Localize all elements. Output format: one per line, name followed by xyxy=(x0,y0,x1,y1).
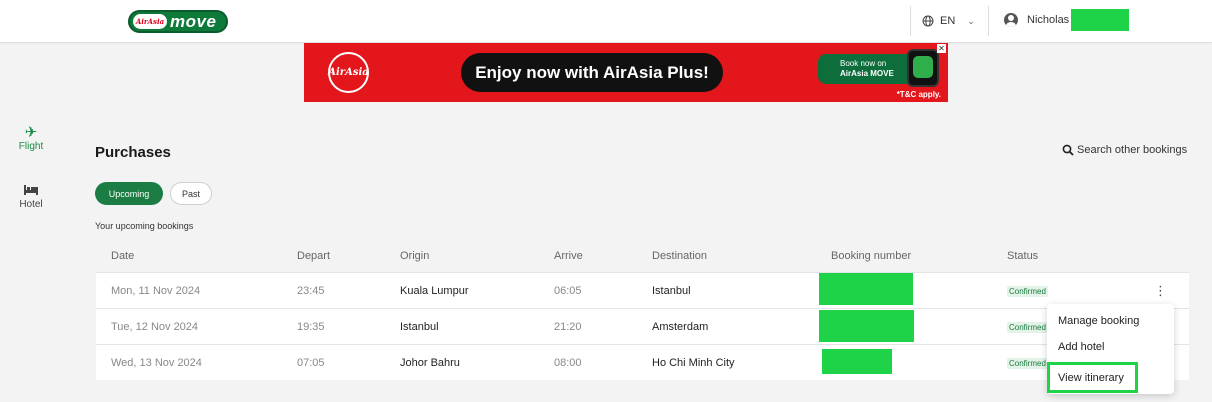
tab-past[interactable]: Past xyxy=(170,182,212,205)
plane-icon: ✈ xyxy=(24,124,38,141)
table-row[interactable]: Mon, 11 Nov 2024 23:45 Kuala Lumpur 06:0… xyxy=(96,273,1189,309)
banner-headline: Enjoy now with AirAsia Plus! xyxy=(461,53,723,92)
menu-item-view-itinerary[interactable]: View itinerary xyxy=(1047,362,1138,393)
tab-upcoming[interactable]: Upcoming xyxy=(95,182,163,205)
cell-origin: Johor Bahru xyxy=(400,357,460,369)
cell-depart: 07:05 xyxy=(297,357,325,369)
bookings-table: Date Depart Origin Arrive Destination Bo… xyxy=(96,243,1189,380)
redacted-booking-number xyxy=(819,273,913,305)
avatar-icon xyxy=(1004,13,1018,27)
cell-depart: 19:35 xyxy=(297,321,325,333)
airasia-move-logo[interactable]: AirAsia move xyxy=(128,10,228,33)
search-icon xyxy=(1062,144,1074,156)
table-row[interactable]: Tue, 12 Nov 2024 19:35 Istanbul 21:20 Am… xyxy=(96,309,1189,345)
cell-destination: Ho Chi Minh City xyxy=(652,357,735,369)
status-badge: Confirmed xyxy=(1007,286,1048,297)
nav-flight[interactable]: ✈ Flight xyxy=(12,124,50,153)
cell-depart: 23:45 xyxy=(297,285,325,297)
logo-word: move xyxy=(170,11,217,31)
column-header-status: Status xyxy=(1007,250,1039,262)
cell-origin: Istanbul xyxy=(400,321,439,333)
cell-arrive: 06:05 xyxy=(554,285,582,297)
column-header-depart: Depart xyxy=(297,250,331,262)
bed-icon xyxy=(24,185,38,195)
cell-arrive: 08:00 xyxy=(554,357,582,369)
language-selector[interactable]: EN ⌄ xyxy=(922,13,975,29)
cell-date: Wed, 13 Nov 2024 xyxy=(111,357,202,369)
top-header: AirAsia move EN ⌄ Nicholas xyxy=(0,0,1212,43)
redacted-booking-number xyxy=(819,310,914,342)
status-badge: Confirmed xyxy=(1007,322,1048,333)
logo-badge: AirAsia xyxy=(133,14,167,29)
cell-destination: Istanbul xyxy=(652,285,691,297)
column-header-booking-number: Booking number xyxy=(831,250,912,262)
search-other-label: Search other bookings xyxy=(1077,144,1188,156)
language-label: EN xyxy=(940,15,956,27)
page-title: Purchases xyxy=(95,144,171,161)
cell-destination: Amsterdam xyxy=(652,321,709,333)
menu-item-add-hotel[interactable]: Add hotel xyxy=(1058,341,1104,353)
cell-date: Mon, 11 Nov 2024 xyxy=(111,285,201,297)
cell-arrive: 21:20 xyxy=(554,321,582,333)
nav-flight-label: Flight xyxy=(18,141,44,152)
user-name: Nicholas xyxy=(1027,14,1070,26)
column-header-destination: Destination xyxy=(652,250,708,262)
promo-banner[interactable]: AirAsia Enjoy now with AirAsia Plus! Boo… xyxy=(304,43,948,102)
airasia-logo: AirAsia xyxy=(328,52,369,93)
cell-date: Tue, 12 Nov 2024 xyxy=(111,321,199,333)
redacted-booking-number xyxy=(822,349,892,374)
column-header-date: Date xyxy=(111,250,135,262)
user-menu[interactable]: Nicholas xyxy=(1004,9,1130,31)
nav-hotel-label: Hotel xyxy=(19,199,43,210)
column-header-arrive: Arrive xyxy=(554,250,583,262)
chevron-down-icon: ⌄ xyxy=(967,15,975,26)
column-header-origin: Origin xyxy=(400,250,430,262)
cell-origin: Kuala Lumpur xyxy=(400,285,469,297)
globe-icon xyxy=(922,15,934,27)
search-other-bookings-link[interactable]: Search other bookings xyxy=(1062,144,1187,156)
close-ad-icon[interactable]: ✕ xyxy=(937,44,946,53)
table-body: Mon, 11 Nov 2024 23:45 Kuala Lumpur 06:0… xyxy=(96,272,1189,380)
header-divider xyxy=(988,6,989,36)
section-subtitle: Your upcoming bookings xyxy=(95,221,194,231)
phone-app-icon xyxy=(907,49,939,87)
more-options-icon[interactable]: ⋮ xyxy=(1154,283,1167,299)
row-actions-menu: Manage booking Add hotel View itinerary xyxy=(1047,304,1174,394)
status-badge: Confirmed xyxy=(1007,358,1048,369)
table-row[interactable]: Wed, 13 Nov 2024 07:05 Johor Bahru 08:00… xyxy=(96,345,1189,381)
banner-tnc: *T&C apply. xyxy=(896,90,941,99)
menu-item-manage-booking[interactable]: Manage booking xyxy=(1058,315,1139,327)
redacted-block xyxy=(1071,9,1130,31)
header-divider xyxy=(910,6,911,36)
nav-hotel[interactable]: Hotel xyxy=(12,184,50,210)
